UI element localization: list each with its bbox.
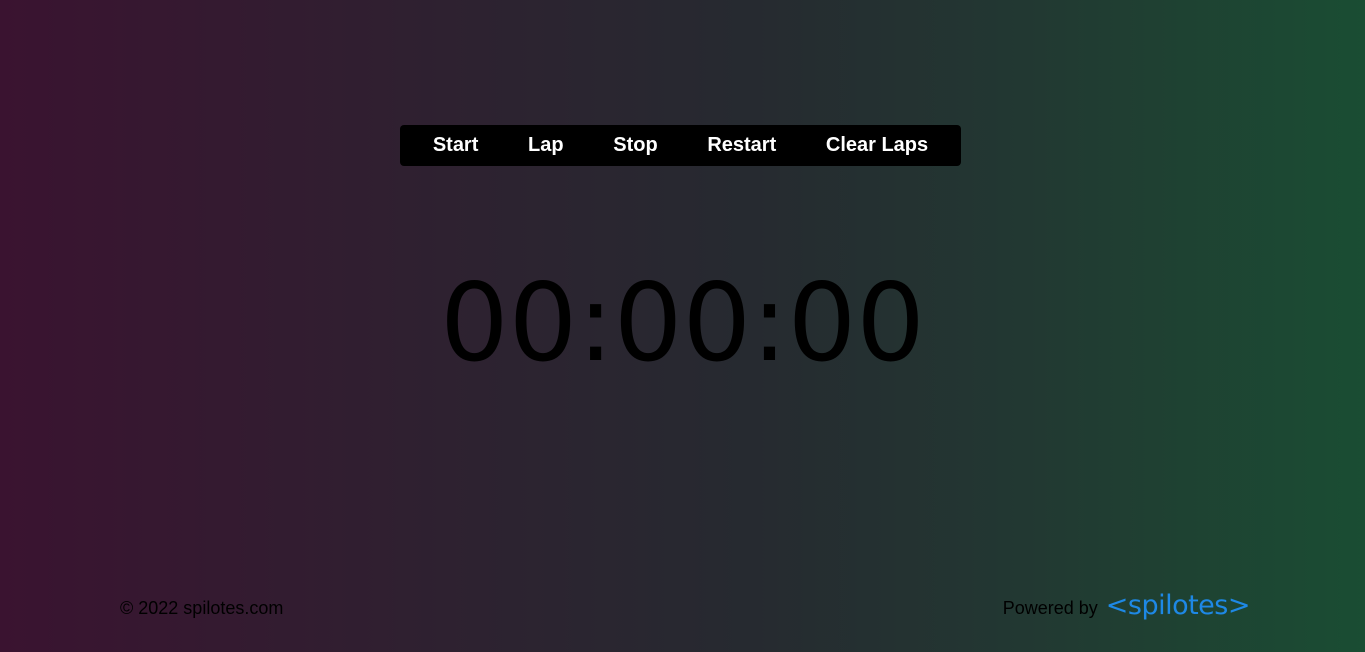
restart-button[interactable]: Restart (701, 125, 782, 166)
stop-button[interactable]: Stop (607, 125, 663, 166)
clear-laps-button[interactable]: Clear Laps (820, 125, 934, 166)
brand-link[interactable]: <spilotes> (1106, 590, 1251, 621)
copyright-text: © 2022 spilotes.com (120, 598, 284, 618)
start-button[interactable]: Start (427, 125, 485, 166)
powered-by: Powered by <spilotes> (1002, 590, 1251, 621)
stopwatch-controls: Start Lap Stop Restart Clear Laps (400, 125, 961, 166)
timer-display: 00:00:00 (439, 261, 926, 386)
powered-by-label: Powered by (1002, 598, 1098, 618)
lap-button[interactable]: Lap (522, 125, 570, 166)
